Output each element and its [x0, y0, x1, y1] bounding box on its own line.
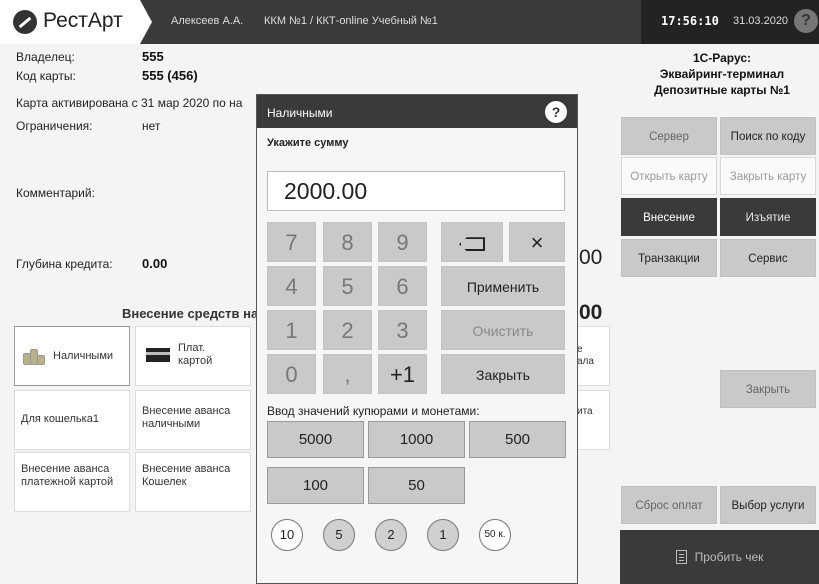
- key-plus-one[interactable]: +1: [378, 354, 427, 394]
- note-500-button[interactable]: 500: [469, 421, 566, 458]
- tile-label: ита: [577, 406, 593, 417]
- card-activated: Карта активирована с 31 мар 2020 по на: [16, 96, 243, 110]
- transactions-button[interactable]: Транзакции: [621, 239, 717, 277]
- dialog-header: Наличными ?: [257, 95, 577, 128]
- deposit-button[interactable]: Внесение: [621, 198, 717, 236]
- key-3[interactable]: 3: [378, 310, 427, 350]
- comment-label: Комментарий:: [16, 186, 95, 200]
- key-7[interactable]: 7: [267, 222, 316, 262]
- note-50-button[interactable]: 50: [368, 467, 465, 504]
- tile-wallet1[interactable]: Для кошелька1: [14, 390, 130, 450]
- note-100-button[interactable]: 100: [267, 467, 364, 504]
- tile-advance-cash[interactable]: Внесение аванса наличными: [135, 390, 251, 450]
- coin-5-button[interactable]: 5: [323, 519, 355, 551]
- logo-text: РестАрт: [43, 9, 123, 32]
- tile-label: Для кошелька1: [21, 413, 99, 425]
- terminal-title: 1С-Рарус: Эквайринг-терминал Депозитные …: [622, 50, 819, 98]
- backspace-button[interactable]: ×: [441, 222, 503, 262]
- coin-10-button[interactable]: 10: [271, 519, 303, 551]
- search-by-code-button[interactable]: Поиск по коду: [720, 117, 816, 155]
- print-receipt-label: Пробить чек: [694, 550, 764, 564]
- key-0[interactable]: 0: [267, 354, 316, 394]
- limits-value: нет: [142, 119, 161, 133]
- tile-card[interactable]: Плат. картой: [135, 326, 251, 386]
- tile-label: Внесение аванса платежной картой: [21, 463, 114, 488]
- clock: 17:56:10 31.03.2020 ?: [641, 0, 819, 44]
- credit-label: Глубина кредита:: [16, 257, 113, 271]
- clear-x-button[interactable]: ×: [509, 222, 565, 262]
- key-1[interactable]: 1: [267, 310, 316, 350]
- reset-payments-button[interactable]: Сброс оплат: [621, 486, 717, 524]
- key-8[interactable]: 8: [323, 222, 372, 262]
- card-code-label: Код карты:: [16, 69, 76, 83]
- reset-amount-button[interactable]: Очистить: [441, 310, 565, 350]
- receipt-icon: [675, 550, 687, 564]
- terminal-title-line: Депозитные карты №1: [654, 83, 790, 97]
- tile-partial-1[interactable]: е ала: [576, 326, 610, 386]
- choose-service-button[interactable]: Выбор услуги: [720, 486, 816, 524]
- card-code-value: 555 (456): [142, 68, 198, 83]
- limits-label: Ограничения:: [16, 119, 93, 133]
- note-5000-button[interactable]: 5000: [267, 421, 364, 458]
- service-button[interactable]: Сервис: [720, 239, 816, 277]
- key-9[interactable]: 9: [378, 222, 427, 262]
- key-comma[interactable]: ,: [323, 354, 372, 394]
- tile-label: Наличными: [53, 350, 114, 362]
- kkm-info: ККМ №1 / ККТ-online Учебный №1: [264, 15, 438, 27]
- tile-label: Плат. картой: [178, 342, 213, 367]
- coin-1-button[interactable]: 1: [427, 519, 459, 551]
- tile-cash[interactable]: Наличными: [14, 326, 130, 386]
- dialog-title: Наличными: [267, 106, 333, 120]
- owner-value: 555: [142, 49, 164, 64]
- key-2[interactable]: 2: [323, 310, 372, 350]
- note-1000-button[interactable]: 1000: [368, 421, 465, 458]
- backspace-icon: ×: [459, 237, 485, 252]
- key-4[interactable]: 4: [267, 266, 316, 306]
- balance-partial: 00: [579, 246, 603, 269]
- server-button[interactable]: Сервер: [621, 117, 717, 155]
- card-icon: [146, 348, 170, 362]
- tile-advance-card[interactable]: Внесение аванса платежной картой: [14, 452, 130, 512]
- clock-time: 17:56:10: [661, 14, 719, 28]
- help-icon[interactable]: ?: [545, 101, 567, 123]
- tile-advance-wallet[interactable]: Внесение аванса Кошелек: [135, 452, 251, 512]
- total-partial: 00: [579, 301, 603, 324]
- owner-label: Владелец:: [16, 50, 75, 64]
- key-6[interactable]: 6: [378, 266, 427, 306]
- apply-button[interactable]: Применить: [441, 266, 565, 306]
- withdraw-button[interactable]: Изъятие: [720, 198, 816, 236]
- tile-label: Внесение аванса наличными: [142, 405, 231, 430]
- tile-partial-2[interactable]: ита: [576, 390, 610, 450]
- amount-prompt: Укажите сумму: [267, 137, 349, 149]
- open-card-button[interactable]: Открыть карту: [621, 157, 717, 195]
- print-receipt-button[interactable]: Пробить чек: [620, 530, 819, 584]
- deposit-title: Внесение средств на: [122, 306, 259, 321]
- help-icon[interactable]: ?: [794, 9, 818, 33]
- close-dialog-button[interactable]: Закрыть: [441, 354, 565, 394]
- coin-2-button[interactable]: 2: [375, 519, 407, 551]
- clock-date: 31.03.2020: [733, 15, 789, 27]
- credit-value: 0.00: [142, 256, 168, 271]
- close-card-button[interactable]: Закрыть карту: [720, 157, 816, 195]
- cash-amount-dialog: Наличными ? Укажите сумму 2000.00 7 8 9 …: [256, 94, 578, 584]
- logo-icon: [13, 10, 37, 34]
- terminal-title-line: 1С-Рарус:: [692, 51, 752, 65]
- key-5[interactable]: 5: [323, 266, 372, 306]
- coins-icon: [23, 347, 45, 365]
- denomination-title: Ввод значений купюрами и монетами:: [267, 404, 480, 418]
- tile-label: Внесение аванса Кошелек: [142, 463, 231, 488]
- top-bar: РестАрт Алексеев А.А. ККМ №1 / ККТ-onlin…: [0, 0, 819, 44]
- coin-50k-button[interactable]: 50 к.: [479, 519, 511, 551]
- tile-label: ала: [577, 356, 594, 367]
- terminal-title-line: Эквайринг-терминал: [659, 67, 785, 81]
- current-user: Алексеев А.А.: [171, 15, 244, 27]
- close-button[interactable]: Закрыть: [720, 370, 816, 408]
- amount-input[interactable]: 2000.00: [267, 171, 565, 211]
- logo: РестАрт: [0, 0, 152, 44]
